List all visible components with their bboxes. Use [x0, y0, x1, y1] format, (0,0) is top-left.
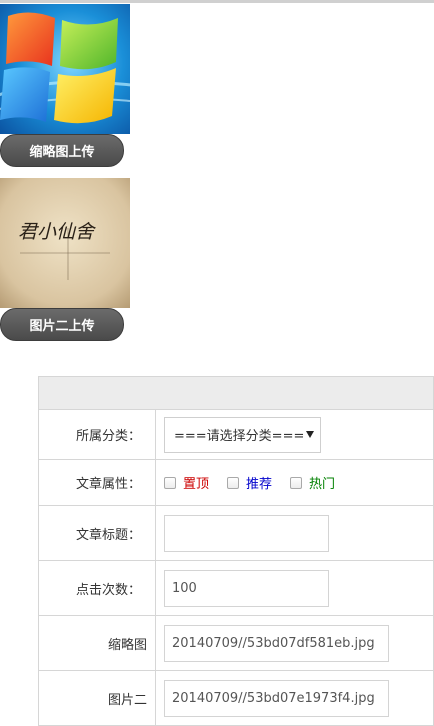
picture-two-upload-label: 图片二上传 [29, 319, 95, 334]
attribute-option-hot[interactable]: 热门 [290, 473, 335, 492]
picture-two-upload-button[interactable]: 图片二上传 [0, 308, 124, 341]
dropdown-arrow-icon [306, 430, 314, 438]
hits-row: 点击次数： 100 [38, 560, 434, 616]
category-selected-value: ===请选择分类=== [174, 429, 305, 444]
calligraphy-text: 君小仙舍 [18, 221, 96, 243]
attributes-checkbox-group: 置顶 推荐 热门 [164, 473, 433, 492]
picture-two-image: 君小仙舍 [0, 178, 130, 308]
thumbnail-path-label: 缩略图 [38, 615, 156, 671]
thumbnail-path-row: 缩略图 20140709//53bd07df581eb.jpg [38, 615, 434, 671]
attribute-option-top[interactable]: 置顶 [164, 473, 209, 492]
category-row: 所属分类： ===请选择分类=== [38, 409, 434, 460]
title-label: 文章标题： [38, 505, 156, 561]
title-row: 文章标题： [38, 505, 434, 561]
checkbox-hot[interactable] [290, 476, 303, 489]
top-border [0, 0, 434, 3]
thumbnail-path-input[interactable]: 20140709//53bd07df581eb.jpg [164, 624, 389, 662]
attribute-label-hot: 热门 [309, 477, 336, 492]
thumbnail-image [0, 4, 130, 134]
category-label: 所属分类： [38, 409, 156, 460]
attributes-label: 文章属性： [38, 459, 156, 506]
form-header-row [38, 376, 434, 410]
attribute-option-recommend[interactable]: 推荐 [227, 473, 272, 492]
hits-label: 点击次数： [38, 560, 156, 616]
picture-two-path-input[interactable]: 20140709//53bd07e1973f4.jpg [164, 679, 389, 717]
thumbnail-upload-button[interactable]: 缩略图上传 [0, 134, 124, 167]
checkbox-top[interactable] [164, 476, 176, 489]
attributes-row: 文章属性： 置顶 推荐 热门 [38, 459, 434, 506]
article-form: 所属分类： ===请选择分类=== 文章属性： 置顶 推荐 热门 文章标题： 点… [38, 376, 434, 726]
picture-two-path-row: 图片二 20140709//53bd07e1973f4.jpg [38, 670, 434, 726]
attribute-label-recommend: 推荐 [246, 477, 273, 492]
picture-two-path-label: 图片二 [38, 670, 156, 726]
title-input[interactable] [164, 514, 329, 552]
thumbnail-upload-label: 缩略图上传 [29, 145, 95, 160]
category-select[interactable]: ===请选择分类=== [164, 416, 321, 453]
attribute-label-top: 置顶 [183, 477, 210, 492]
hits-input[interactable]: 100 [164, 569, 329, 607]
checkbox-recommend[interactable] [227, 476, 240, 489]
